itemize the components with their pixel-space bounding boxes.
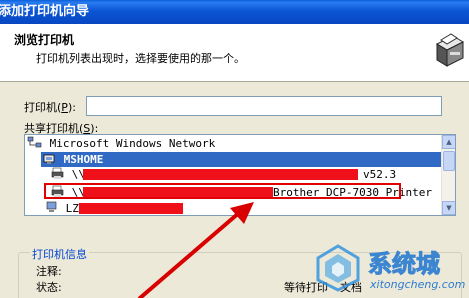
tree-item-label: MSHOME [63, 153, 104, 166]
logo-icon [316, 244, 360, 292]
wizard-header: 浏览打印机 打印机列表出现时，选择要使用的那一个。 [0, 24, 469, 82]
printer-path-suffix: v52.3 [363, 168, 397, 181]
window-title: 添加打印机向导 [0, 4, 90, 19]
scroll-thumb[interactable] [443, 151, 455, 171]
computer-icon [46, 201, 57, 212]
watermark-url: xitongcheng.com [370, 278, 466, 291]
tree-item-workgroup[interactable]: MSHOME [41, 152, 443, 167]
network-icon [27, 136, 42, 148]
printer-field-label: 打印机(P): [24, 101, 76, 114]
tree-scrollbar[interactable]: ▲ ▼ [441, 135, 455, 215]
tree-item-printer[interactable]: \\ v52.3 [51, 167, 441, 182]
header-title: 浏览打印机 [14, 33, 75, 47]
computer-name-prefix: LZ [65, 202, 79, 215]
tree-item-network[interactable]: Microsoft Windows Network [27, 136, 215, 151]
scroll-up-button[interactable]: ▲ [442, 135, 455, 149]
annotation-highlight-box [44, 183, 401, 199]
window-titlebar[interactable]: 添加打印机向导 [0, 0, 469, 24]
workgroup-icon [43, 154, 55, 164]
printer-name-input[interactable] [86, 96, 442, 116]
scroll-down-button[interactable]: ▼ [442, 201, 455, 215]
printer-field-text: 打印机 [24, 101, 57, 114]
status-label: 状态: [36, 281, 62, 294]
watermark-brand: 系统城 [368, 250, 441, 279]
printer-field-accel: P [61, 101, 68, 114]
watermark: 系统城 xitongcheng.com [312, 240, 469, 298]
printer-icon [431, 30, 465, 76]
printer-icon [51, 167, 64, 179]
header-subtitle: 打印机列表出现时，选择要使用的那一个。 [36, 52, 245, 65]
tree-item-label: Microsoft Windows Network [49, 137, 216, 150]
comment-label: 注释: [36, 265, 62, 278]
printer-info-title: 打印机信息 [30, 246, 89, 262]
redaction-bar [83, 169, 358, 180]
annotation-arrow [138, 202, 254, 298]
